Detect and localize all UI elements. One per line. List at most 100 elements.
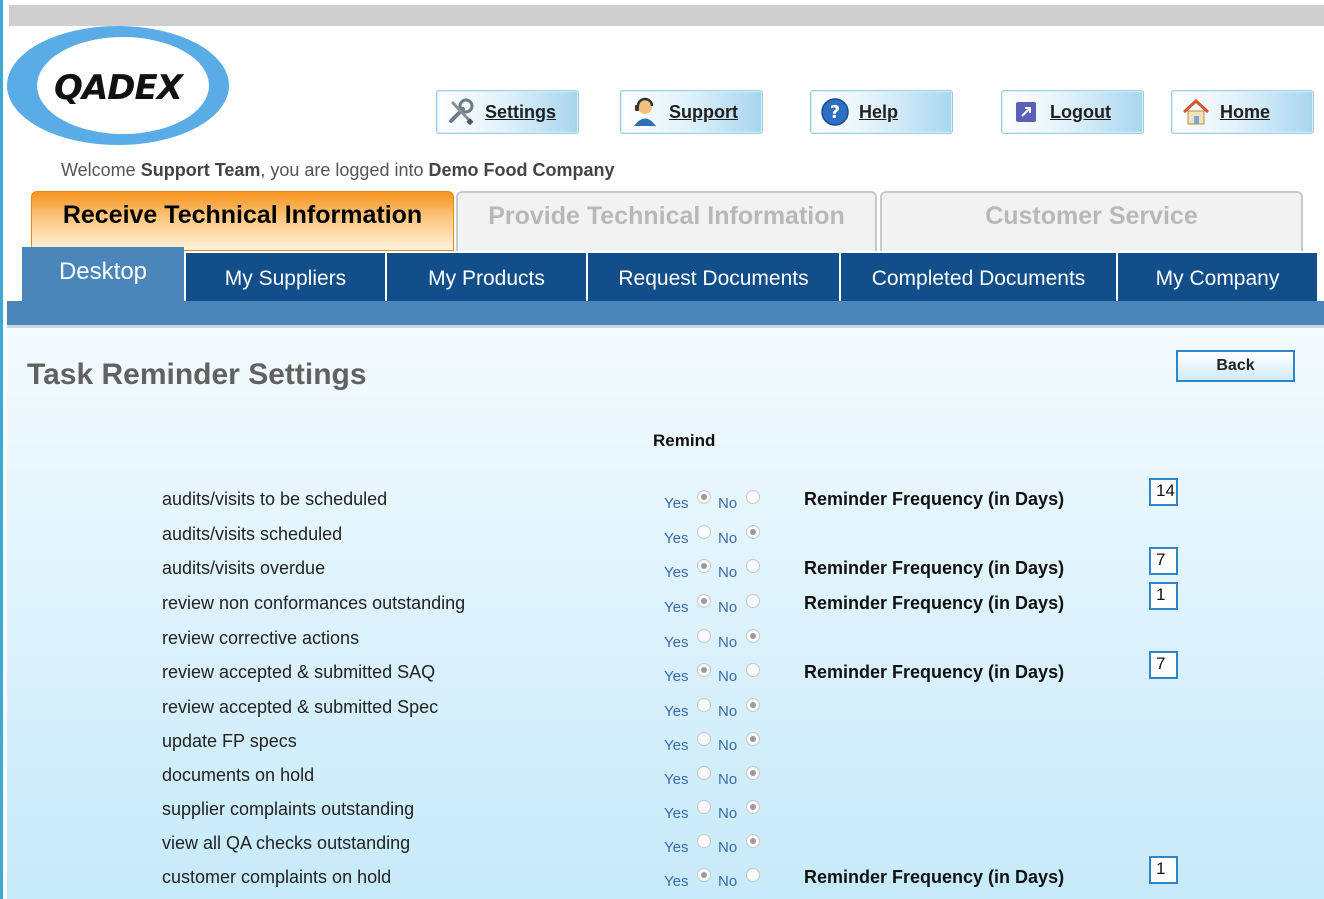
remind-no-radio[interactable] xyxy=(746,766,760,780)
task-label: audits/visits to be scheduled xyxy=(162,489,388,509)
reminder-frequency-label: Reminder Frequency (in Days) xyxy=(804,662,1065,682)
remind-yes-radio[interactable] xyxy=(697,490,711,504)
reminder-frequency-input[interactable]: 1 xyxy=(1149,856,1178,884)
no-label: No xyxy=(718,737,738,754)
reminder-frequency-input[interactable]: 1 xyxy=(1149,582,1178,610)
home-button[interactable]: Home xyxy=(1171,90,1314,134)
tab-receive-technical-information[interactable]: Receive Technical Information xyxy=(31,191,454,251)
yes-label: Yes xyxy=(664,634,689,651)
remind-no-radio[interactable] xyxy=(746,490,760,504)
remind-no-radio[interactable] xyxy=(746,800,760,814)
remind-yes-radio[interactable] xyxy=(697,559,711,573)
tab-provide-technical-information[interactable]: Provide Technical Information xyxy=(456,191,877,251)
no-label: No xyxy=(718,564,738,581)
support-label: Support xyxy=(669,101,738,122)
remind-yes-radio[interactable] xyxy=(697,800,711,814)
remind-yes-radio[interactable] xyxy=(697,732,711,746)
task-label: audits/visits scheduled xyxy=(162,524,343,544)
no-label: No xyxy=(718,703,738,720)
reminder-frequency-input[interactable]: 7 xyxy=(1149,547,1178,575)
back-button[interactable]: Back xyxy=(1176,350,1295,382)
logout-button[interactable]: Logout xyxy=(1001,90,1144,134)
no-label: No xyxy=(718,873,738,890)
remind-no-radio[interactable] xyxy=(746,525,760,539)
task-row: audits/visits to be scheduled Yes No Remind… xyxy=(3,478,1323,519)
remind-yes-radio[interactable] xyxy=(697,868,711,882)
remind-no-radio[interactable] xyxy=(746,629,760,643)
yes-label: Yes xyxy=(664,737,689,754)
page-title: Task Reminder Settings xyxy=(27,358,367,391)
support-button[interactable]: Support xyxy=(620,90,763,134)
remind-no-radio[interactable] xyxy=(746,732,760,746)
reminder-frequency-label: Reminder Frequency (in Days) xyxy=(804,489,1065,509)
top-bar xyxy=(9,5,1324,26)
yes-label: Yes xyxy=(664,839,689,856)
subtab-desktop[interactable]: Desktop xyxy=(22,247,184,301)
remind-yes-radio[interactable] xyxy=(697,663,711,677)
subtab-my-products[interactable]: My Products xyxy=(387,253,586,301)
task-label: customer complaints on hold xyxy=(162,867,392,887)
yes-label: Yes xyxy=(664,564,689,581)
task-row: view all QA checks outstanding Yes No xyxy=(3,833,1323,863)
subnav-bar xyxy=(7,301,1324,328)
reminder-frequency-input[interactable]: 14 xyxy=(1149,478,1178,506)
remind-yes-radio[interactable] xyxy=(697,594,711,608)
no-label: No xyxy=(718,495,738,512)
no-label: No xyxy=(718,839,738,856)
remind-column-header: Remind xyxy=(653,431,716,450)
task-row: update FP specs Yes No xyxy=(3,731,1323,761)
reminder-frequency-label: Reminder Frequency (in Days) xyxy=(804,593,1065,613)
tools-icon xyxy=(445,96,477,128)
remind-no-radio[interactable] xyxy=(746,594,760,608)
no-label: No xyxy=(718,805,738,822)
task-label: review accepted & submitted Spec xyxy=(162,697,439,717)
yes-label: Yes xyxy=(664,495,689,512)
yes-label: Yes xyxy=(664,703,689,720)
task-row: review accepted & submitted Spec Yes No xyxy=(3,697,1323,727)
remind-yes-radio[interactable] xyxy=(697,698,711,712)
subtab-my-suppliers[interactable]: My Suppliers xyxy=(186,253,385,301)
task-label: documents on hold xyxy=(162,765,315,785)
remind-yes-radio[interactable] xyxy=(697,629,711,643)
yes-label: Yes xyxy=(664,771,689,788)
help-label: Help xyxy=(859,101,899,122)
yes-label: Yes xyxy=(664,805,689,822)
task-row: review corrective actions Yes No xyxy=(3,628,1323,658)
task-row: review accepted & submitted SAQ Yes No Remi… xyxy=(3,651,1323,692)
remind-yes-radio[interactable] xyxy=(697,766,711,780)
settings-button[interactable]: Settings xyxy=(436,90,579,134)
svg-text:?: ? xyxy=(830,102,840,123)
remind-no-radio[interactable] xyxy=(746,663,760,677)
remind-no-radio[interactable] xyxy=(746,834,760,848)
task-row: review non conformances outstanding Yes No… xyxy=(3,582,1323,623)
task-row: documents on hold Yes No xyxy=(3,765,1323,795)
help-button[interactable]: ? Help xyxy=(810,90,953,134)
reminder-frequency-input[interactable]: 7 xyxy=(1149,651,1178,679)
logout-label: Logout xyxy=(1050,101,1111,122)
yes-label: Yes xyxy=(664,530,689,547)
tab-customer-service[interactable]: Customer Service xyxy=(880,191,1303,251)
no-label: No xyxy=(718,771,738,788)
yes-label: Yes xyxy=(664,668,689,685)
subtab-request-documents[interactable]: Request Documents xyxy=(588,253,839,301)
remind-no-radio[interactable] xyxy=(746,559,760,573)
remind-yes-radio[interactable] xyxy=(697,525,711,539)
yes-label: Yes xyxy=(664,873,689,890)
subtab-my-company[interactable]: My Company xyxy=(1118,253,1317,301)
company-name: Demo Food Company xyxy=(428,160,615,180)
task-label: supplier complaints outstanding xyxy=(162,799,415,819)
task-row: audits/visits scheduled Yes No xyxy=(3,524,1323,554)
welcome-message: Welcome Support Team, you are logged int… xyxy=(61,160,615,180)
task-label: review corrective actions xyxy=(162,628,360,648)
no-label: No xyxy=(718,634,738,651)
remind-yes-radio[interactable] xyxy=(697,834,711,848)
support-agent-icon xyxy=(629,96,661,128)
settings-label: Settings xyxy=(485,101,557,122)
task-label: audits/visits overdue xyxy=(162,558,326,578)
subtab-completed-documents[interactable]: Completed Documents xyxy=(841,253,1116,301)
home-icon xyxy=(1180,96,1212,128)
remind-no-radio[interactable] xyxy=(746,868,760,882)
task-label: view all QA checks outstanding xyxy=(162,833,411,853)
yes-label: Yes xyxy=(664,599,689,616)
remind-no-radio[interactable] xyxy=(746,698,760,712)
